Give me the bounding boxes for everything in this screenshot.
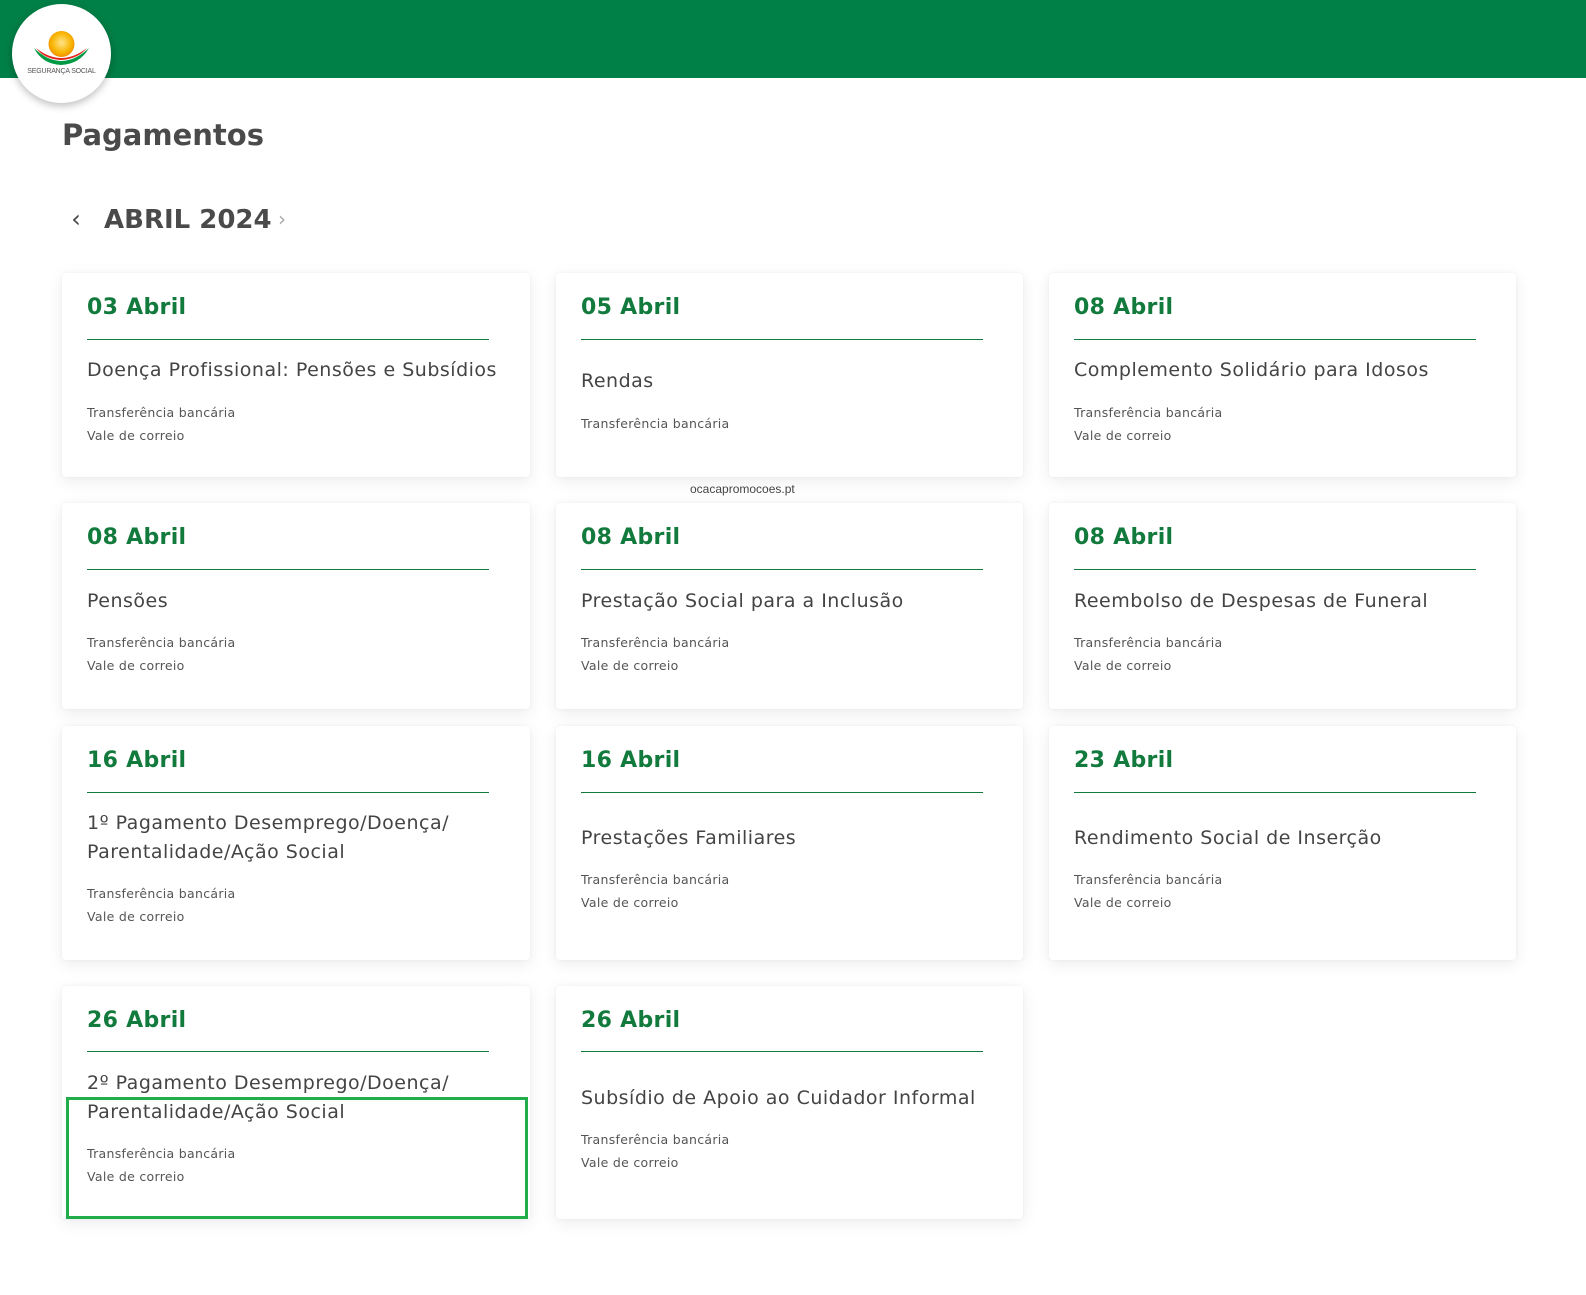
payment-method: Vale de correio — [87, 428, 185, 443]
seguranca-social-logo[interactable]: SEGURANÇA SOCIAL — [12, 4, 111, 103]
payment-title: Rendimento Social de Inserção — [1074, 827, 1382, 849]
payment-title: Pensões — [87, 590, 169, 612]
payment-methods: Transferência bancária Vale de correio — [87, 631, 236, 677]
payment-method: Transferência bancária — [581, 872, 730, 887]
payment-card[interactable]: 08 Abril Complemento Solidário para Idos… — [1049, 273, 1516, 477]
payment-method: Vale de correio — [581, 1155, 679, 1170]
payment-date: 26 Abril — [581, 1008, 681, 1033]
payment-title: Rendas — [581, 370, 654, 392]
payment-method: Transferência bancária — [87, 1146, 236, 1161]
payment-date: 08 Abril — [581, 525, 681, 550]
card-divider — [1074, 569, 1476, 570]
payment-method: Vale de correio — [581, 658, 679, 673]
card-divider — [87, 792, 489, 793]
sun-logo-icon — [34, 31, 89, 65]
payment-date: 08 Abril — [1074, 295, 1174, 320]
payment-methods: Transferência bancária Vale de correio — [87, 401, 236, 447]
payment-title: 1º Pagamento Desemprego/Doença/ Parental… — [87, 812, 450, 863]
payment-card[interactable]: 16 Abril 1º Pagamento Desemprego/Doença/… — [62, 726, 530, 960]
payment-date: 26 Abril — [87, 1008, 187, 1033]
payment-date: 08 Abril — [87, 525, 187, 550]
payment-card[interactable]: 23 Abril Rendimento Social de Inserção T… — [1049, 726, 1516, 960]
payment-methods: Transferência bancária Vale de correio — [87, 1142, 236, 1188]
payment-card[interactable]: 08 Abril Pensões Transferência bancária … — [62, 503, 530, 709]
card-divider — [581, 569, 983, 570]
payment-title: 2º Pagamento Desemprego/Doença/ Parental… — [87, 1072, 450, 1123]
payment-method: Vale de correio — [87, 658, 185, 673]
payment-methods: Transferência bancária Vale de correio — [581, 631, 730, 677]
card-divider — [87, 1051, 489, 1052]
payment-card[interactable]: 08 Abril Prestação Social para a Inclusã… — [556, 503, 1023, 709]
payment-card[interactable]: 26 Abril Subsídio de Apoio ao Cuidador I… — [556, 986, 1023, 1219]
next-month-chevron-right-icon[interactable]: › — [268, 200, 296, 240]
top-header-bar — [0, 0, 1586, 78]
payment-card[interactable]: 03 Abril Doença Profissional: Pensões e … — [62, 273, 530, 477]
payment-date: 16 Abril — [581, 748, 681, 773]
payment-card[interactable]: 26 Abril 2º Pagamento Desemprego/Doença/… — [62, 986, 530, 1219]
payment-method: Transferência bancária — [87, 635, 236, 650]
payment-method: Transferência bancária — [581, 1132, 730, 1147]
payment-card[interactable]: 16 Abril Prestações Familiares Transferê… — [556, 726, 1023, 960]
payment-method: Vale de correio — [1074, 428, 1172, 443]
payment-methods: Transferência bancária Vale de correio — [1074, 868, 1223, 914]
card-divider — [581, 339, 983, 340]
payment-date: 23 Abril — [1074, 748, 1174, 773]
current-month-label: ABRIL 2024 — [104, 205, 272, 235]
payment-date: 08 Abril — [1074, 525, 1174, 550]
payment-method: Vale de correio — [87, 1169, 185, 1184]
payment-method: Transferência bancária — [87, 405, 236, 420]
payment-method: Vale de correio — [581, 895, 679, 910]
payment-method: Vale de correio — [1074, 658, 1172, 673]
card-divider — [87, 339, 489, 340]
payment-title: Subsídio de Apoio ao Cuidador Informal — [581, 1087, 976, 1109]
payment-card[interactable]: 08 Abril Reembolso de Despesas de Funera… — [1049, 503, 1516, 709]
page-title: Pagamentos — [62, 118, 264, 152]
watermark-text: ocacapromocoes.pt — [690, 482, 795, 496]
payment-method: Transferência bancária — [1074, 635, 1223, 650]
logo-wordmark: SEGURANÇA SOCIAL — [27, 68, 96, 75]
payment-methods: Transferência bancária Vale de correio — [581, 868, 730, 914]
payment-method: Transferência bancária — [581, 635, 730, 650]
payment-methods: Transferência bancária Vale de correio — [1074, 401, 1223, 447]
payment-date: 03 Abril — [87, 295, 187, 320]
card-divider — [1074, 339, 1476, 340]
payment-date: 16 Abril — [87, 748, 187, 773]
payment-title: Doença Profissional: Pensões e Subsídios — [87, 359, 497, 381]
card-divider — [1074, 792, 1476, 793]
payment-method: Transferência bancária — [1074, 872, 1223, 887]
payment-card[interactable]: 05 Abril Rendas Transferência bancária — [556, 273, 1023, 477]
card-divider — [581, 792, 983, 793]
payment-method: Transferência bancária — [1074, 405, 1223, 420]
payment-title: Reembolso de Despesas de Funeral — [1074, 590, 1429, 612]
payment-methods: Transferência bancária Vale de correio — [581, 1128, 730, 1174]
payment-methods: Transferência bancária Vale de correio — [87, 882, 236, 928]
payment-method: Transferência bancária — [87, 886, 236, 901]
payment-methods: Transferência bancária — [581, 412, 730, 435]
card-divider — [581, 1051, 983, 1052]
payment-method: Vale de correio — [87, 909, 185, 924]
payment-method: Vale de correio — [1074, 895, 1172, 910]
payment-title: Prestação Social para a Inclusão — [581, 590, 904, 612]
payment-method: Transferência bancária — [581, 416, 730, 431]
payment-title: Prestações Familiares — [581, 827, 797, 849]
previous-month-chevron-left-icon[interactable]: ‹ — [62, 200, 90, 240]
payment-methods: Transferência bancária Vale de correio — [1074, 631, 1223, 677]
card-divider — [87, 569, 489, 570]
payment-title: Complemento Solidário para Idosos — [1074, 359, 1429, 381]
payment-date: 05 Abril — [581, 295, 681, 320]
